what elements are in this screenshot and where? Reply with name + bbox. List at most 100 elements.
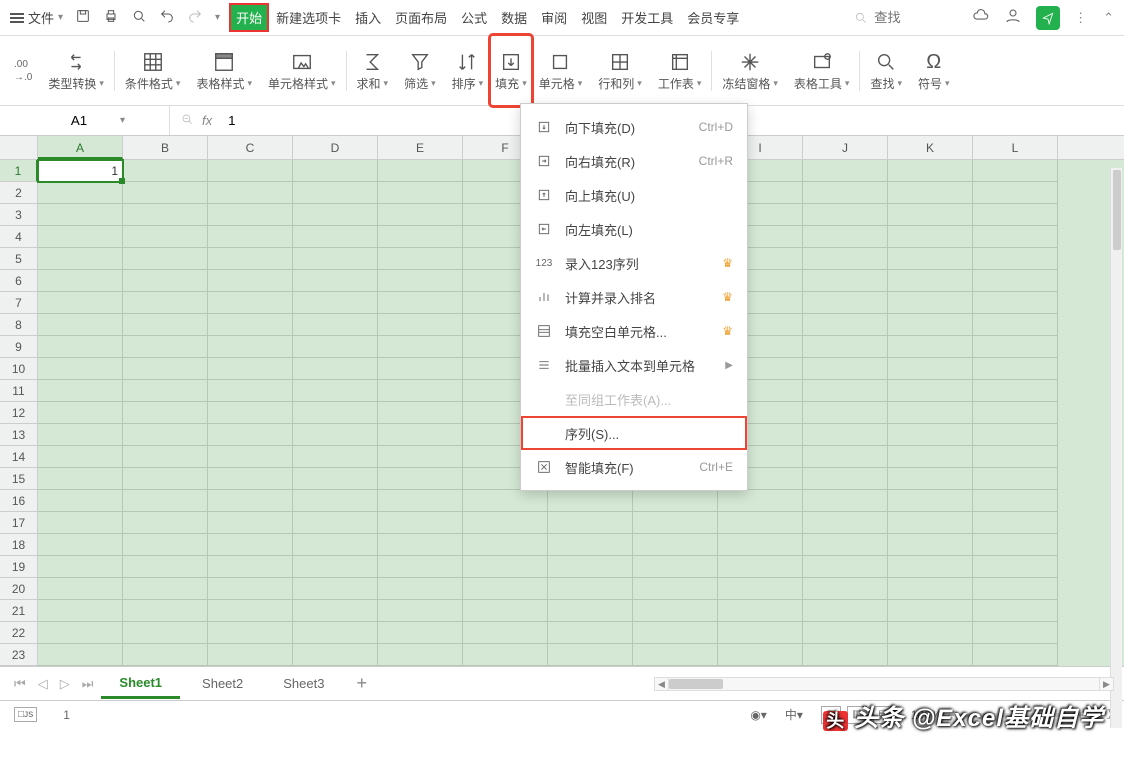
worksheet[interactable]: 工作表 [650,36,710,105]
cell[interactable] [718,622,803,644]
cell[interactable] [888,402,973,424]
dropdown-icon[interactable]: ▾ [120,115,125,126]
cell[interactable] [208,358,293,380]
cell[interactable] [123,468,208,490]
decimal-buttons[interactable]: .00 →.0 [6,36,40,105]
row-header-5[interactable]: 5 [0,248,38,270]
cell[interactable] [973,292,1058,314]
cell[interactable] [803,402,888,424]
cell[interactable] [378,556,463,578]
row-header-21[interactable]: 21 [0,600,38,622]
cloud-icon[interactable] [972,7,990,28]
cell[interactable] [38,534,123,556]
row-header-2[interactable]: 2 [0,182,38,204]
cell[interactable] [803,468,888,490]
row-header-17[interactable]: 17 [0,512,38,534]
cell[interactable] [378,336,463,358]
menu-item[interactable]: 计算并录入排名♛ [521,280,747,314]
cell[interactable] [973,490,1058,512]
cell[interactable] [718,644,803,666]
scroll-left-icon[interactable]: ◀ [655,678,669,690]
cell[interactable] [888,160,973,182]
cell[interactable] [38,578,123,600]
cell[interactable] [123,226,208,248]
cell[interactable] [208,160,293,182]
cell[interactable] [973,644,1058,666]
cell[interactable] [208,226,293,248]
row-header-8[interactable]: 8 [0,314,38,336]
cell[interactable] [293,556,378,578]
cell[interactable] [803,292,888,314]
cell[interactable] [293,622,378,644]
sheet-tab-2[interactable]: Sheet2 [184,670,261,697]
cell[interactable] [38,600,123,622]
cell[interactable] [208,424,293,446]
cell[interactable] [888,512,973,534]
cell[interactable] [123,512,208,534]
cell[interactable] [463,512,548,534]
cell[interactable] [633,600,718,622]
cell[interactable] [123,248,208,270]
cell[interactable] [803,512,888,534]
cell[interactable]: 单元格 [531,36,591,105]
cell[interactable] [208,644,293,666]
cell[interactable] [208,292,293,314]
cell[interactable] [123,600,208,622]
cell[interactable] [378,380,463,402]
cell[interactable] [803,204,888,226]
cell[interactable] [123,336,208,358]
cell[interactable] [973,248,1058,270]
cell[interactable] [123,270,208,292]
cell[interactable] [208,380,293,402]
cell[interactable] [293,358,378,380]
cell[interactable] [38,336,123,358]
menu-item[interactable]: 向右填充(R)Ctrl+R [521,144,747,178]
cell[interactable] [123,204,208,226]
cell[interactable] [208,468,293,490]
cell[interactable] [718,490,803,512]
add-sheet-button[interactable]: + [346,673,377,694]
name-box[interactable]: ▾ [0,106,170,135]
cell[interactable] [38,248,123,270]
cell[interactable] [803,534,888,556]
cell[interactable] [378,314,463,336]
cell[interactable] [378,204,463,226]
cell[interactable] [718,578,803,600]
tab-data[interactable]: 数据 [495,4,533,31]
symbol[interactable]: Ω 符号 [910,36,958,105]
cond-format[interactable]: 条件格式 [117,36,189,105]
cell[interactable] [38,314,123,336]
menu-item[interactable]: 向左填充(L) [521,212,747,246]
cell[interactable] [378,622,463,644]
cell[interactable] [293,600,378,622]
cell[interactable] [973,160,1058,182]
cell[interactable] [633,534,718,556]
row-header-3[interactable]: 3 [0,204,38,226]
cell[interactable] [38,622,123,644]
cell[interactable] [378,512,463,534]
cell[interactable] [123,424,208,446]
cell[interactable] [463,644,548,666]
cell[interactable] [123,358,208,380]
cell[interactable] [973,556,1058,578]
cell[interactable] [803,578,888,600]
freeze[interactable]: 冻结窗格 [714,36,786,105]
cell[interactable] [463,600,548,622]
cell[interactable] [293,578,378,600]
ime-icon[interactable]: 中▾ [785,706,803,723]
cell[interactable] [208,512,293,534]
menu-item[interactable]: 向下填充(D)Ctrl+D [521,110,747,144]
cell[interactable] [123,534,208,556]
cell[interactable] [973,314,1058,336]
cell[interactable] [293,380,378,402]
cell[interactable] [548,512,633,534]
share-button[interactable] [1036,6,1060,30]
cell[interactable] [548,578,633,600]
cell[interactable] [463,622,548,644]
row-header-13[interactable]: 13 [0,424,38,446]
tab-review[interactable]: 审阅 [535,4,573,31]
cell[interactable] [208,622,293,644]
cell[interactable] [38,380,123,402]
type-convert[interactable]: 类型转换 [40,36,112,105]
cell[interactable] [123,292,208,314]
